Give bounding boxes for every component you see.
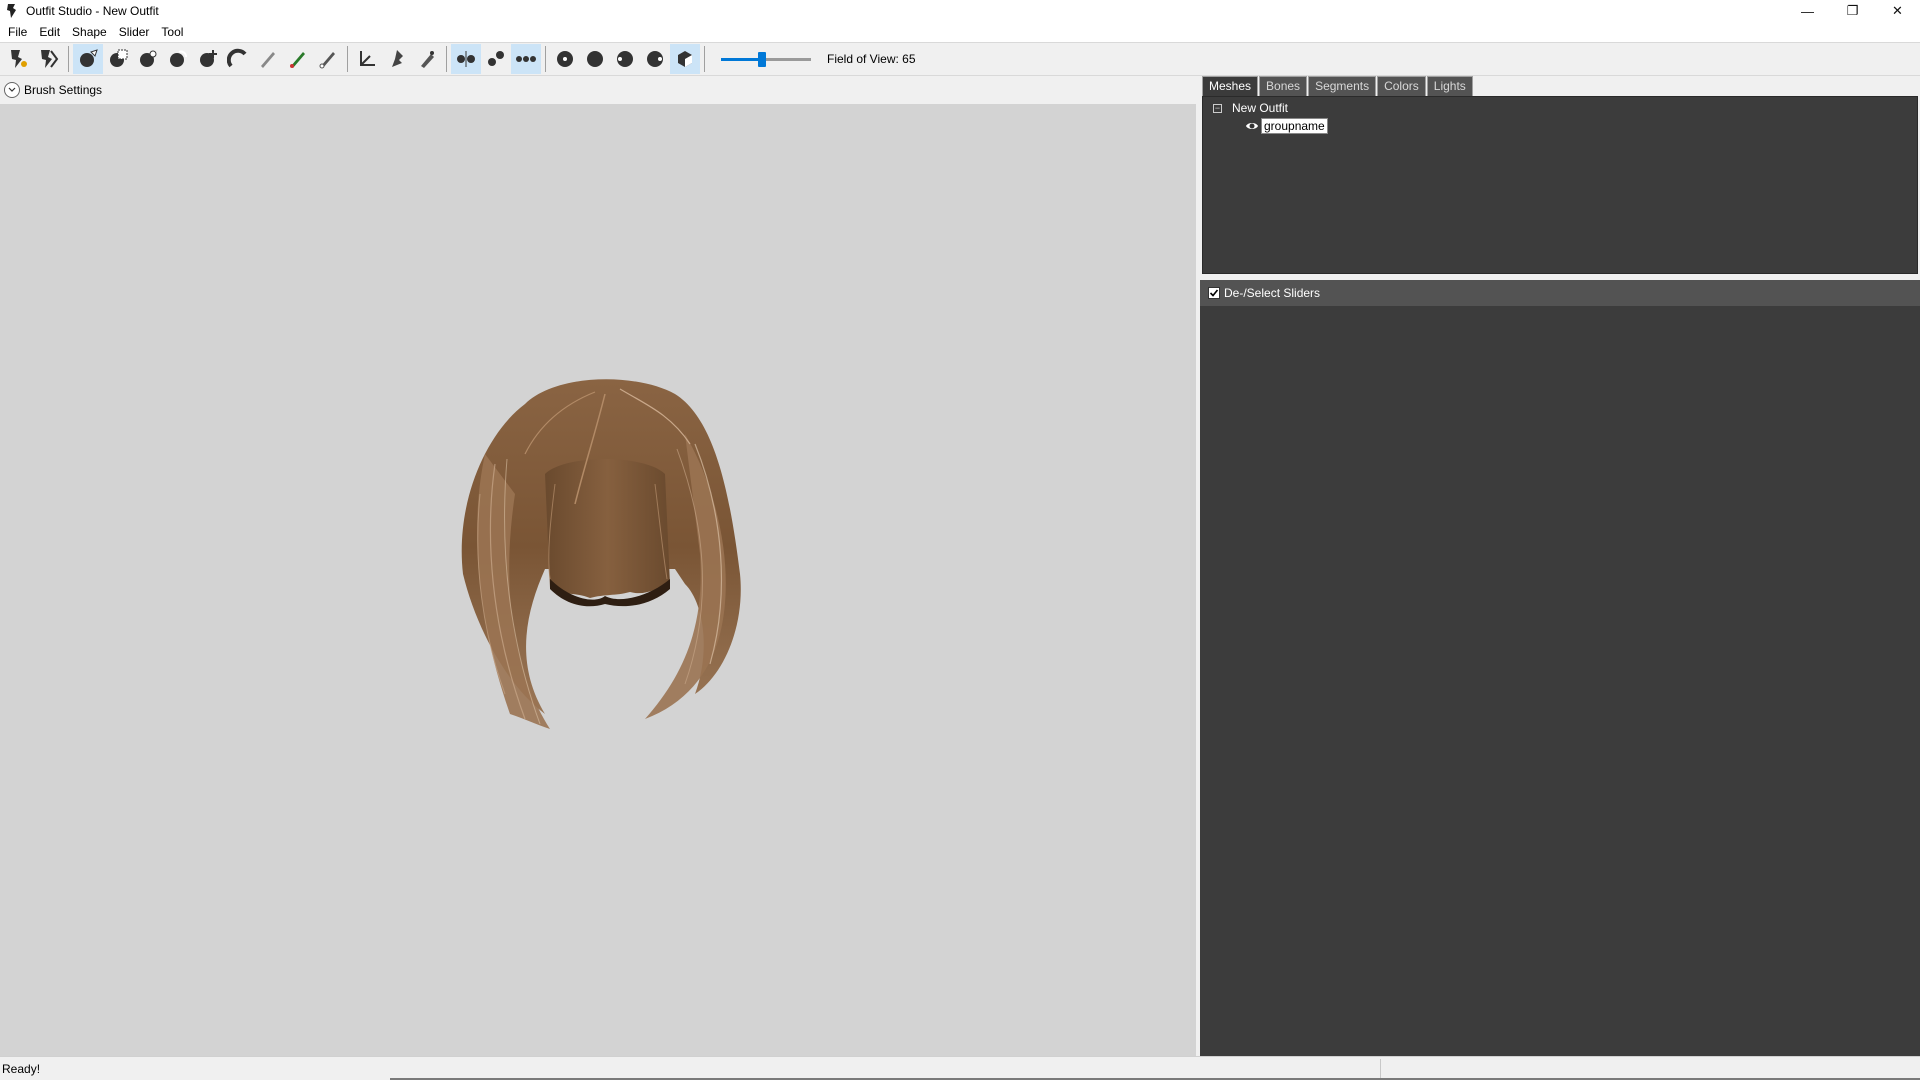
tab-meshes[interactable]: Meshes: [1202, 76, 1259, 96]
view-left-icon[interactable]: [610, 44, 640, 74]
tree-child-label[interactable]: groupname: [1261, 118, 1328, 134]
window-title: Outfit Studio - New Outfit: [26, 4, 159, 18]
brush-settings-bar[interactable]: Brush Settings: [0, 76, 1196, 104]
3d-viewport[interactable]: [0, 104, 1196, 1056]
select-sliders-label: De-/Select Sliders: [1224, 286, 1321, 300]
select-mesh-icon[interactable]: [4, 44, 34, 74]
vertex-edit-icon[interactable]: [412, 44, 442, 74]
toolbar: Field of View: 65: [0, 42, 1920, 76]
view-right-icon[interactable]: [640, 44, 670, 74]
panel-tabs: Meshes Bones Segments Colors Lights: [1200, 76, 1474, 96]
smooth-brush-icon[interactable]: [223, 44, 253, 74]
tab-segments[interactable]: Segments: [1308, 76, 1377, 96]
status-bar: Ready!: [0, 1056, 1920, 1080]
perspective-icon[interactable]: [670, 44, 700, 74]
status-text: Ready!: [2, 1061, 41, 1076]
transform-icon[interactable]: [352, 44, 382, 74]
select-sliders-checkbox[interactable]: [1208, 287, 1220, 299]
app-icon: [4, 3, 20, 19]
collapse-toggle-icon[interactable]: −: [1213, 103, 1222, 113]
tab-bones[interactable]: Bones: [1259, 76, 1308, 96]
select-shape-icon[interactable]: [34, 44, 64, 74]
menu-file[interactable]: File: [2, 22, 33, 42]
toolbar-separator: [545, 46, 546, 72]
alpha-brush-icon[interactable]: [313, 44, 343, 74]
tree-row-root[interactable]: − New Outfit: [1213, 99, 1288, 117]
field-of-view-fill: [721, 58, 762, 61]
slider-list[interactable]: [1200, 306, 1920, 1056]
mask-brush-icon[interactable]: [103, 44, 133, 74]
color-brush-icon[interactable]: [283, 44, 313, 74]
tab-colors[interactable]: Colors: [1377, 76, 1426, 96]
slider-header: De-/Select Sliders: [1200, 280, 1920, 306]
close-button[interactable]: ✕: [1875, 0, 1920, 22]
menu-slider[interactable]: Slider: [113, 22, 156, 42]
deflate-brush-icon[interactable]: [163, 44, 193, 74]
hair-mesh[interactable]: [455, 374, 755, 734]
view-front-icon[interactable]: [550, 44, 580, 74]
tree-root-label: New Outfit: [1232, 101, 1289, 115]
title-bar: Outfit Studio - New Outfit — ❐ ✕: [0, 0, 1920, 22]
pivot-icon[interactable]: [382, 44, 412, 74]
field-of-view-thumb[interactable]: [757, 52, 766, 67]
global-brush-icon[interactable]: [511, 44, 541, 74]
status-separator: [1380, 1059, 1381, 1079]
field-of-view-slider[interactable]: [721, 49, 811, 69]
chevron-down-icon[interactable]: [4, 82, 20, 98]
toolbar-separator: [347, 46, 348, 72]
x-mirror-icon[interactable]: [451, 44, 481, 74]
view-back-icon[interactable]: [580, 44, 610, 74]
viewport-container: Brush Settings: [0, 76, 1196, 1056]
maximize-button[interactable]: ❐: [1830, 0, 1875, 22]
minimize-button[interactable]: —: [1785, 0, 1830, 22]
menu-bar: File Edit Shape Slider Tool: [0, 22, 1920, 42]
tab-lights[interactable]: Lights: [1426, 76, 1473, 96]
eye-icon[interactable]: [1245, 120, 1259, 132]
brush-settings-label: Brush Settings: [24, 83, 103, 97]
move-brush-icon[interactable]: [193, 44, 223, 74]
weight-brush-icon[interactable]: [253, 44, 283, 74]
right-panel: Meshes Bones Segments Colors Lights − Ne…: [1200, 76, 1920, 1056]
menu-tool[interactable]: Tool: [155, 22, 189, 42]
toolbar-separator: [704, 46, 705, 72]
tree-row-child[interactable]: groupname: [1245, 117, 1328, 135]
toolbar-separator: [68, 46, 69, 72]
connected-only-icon[interactable]: [481, 44, 511, 74]
brush-select-icon[interactable]: [73, 44, 103, 74]
menu-shape[interactable]: Shape: [66, 22, 113, 42]
mesh-tree[interactable]: − New Outfit groupname: [1202, 96, 1918, 274]
window-controls: — ❐ ✕: [1785, 0, 1920, 22]
menu-edit[interactable]: Edit: [33, 22, 66, 42]
toolbar-separator: [446, 46, 447, 72]
field-of-view-label: Field of View: 65: [827, 52, 916, 66]
inflate-brush-icon[interactable]: [133, 44, 163, 74]
